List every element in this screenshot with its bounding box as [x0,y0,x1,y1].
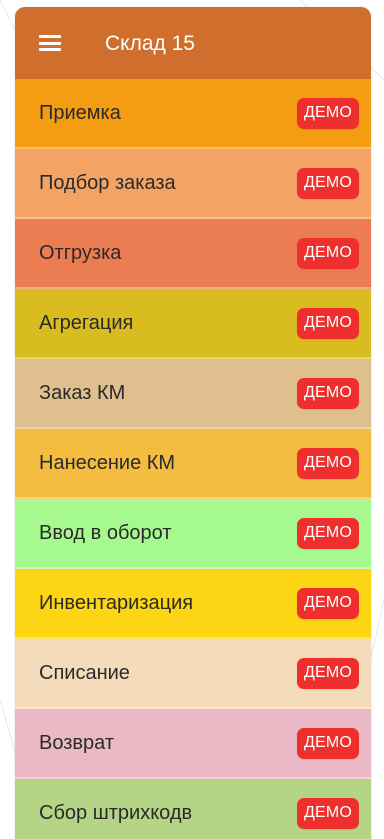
list-item-label: Нанесение КМ [39,451,176,474]
list-item-label: Возврат [39,731,114,754]
list-item[interactable]: Подбор заказа ДЕМО [15,149,371,219]
list-item-label: Заказ КМ [39,381,126,404]
list-item-label: Подбор заказа [39,171,176,194]
list-item[interactable]: Инвентаризация ДЕМО [15,569,371,639]
demo-badge: ДЕМО [297,307,359,339]
list-item-label: Инвентаризация [39,591,194,614]
demo-badge: ДЕМО [297,657,359,689]
demo-badge: ДЕМО [297,517,359,549]
demo-badge: ДЕМО [297,447,359,479]
list-item-label: Агрегация [39,311,134,334]
list-item-label: Списание [39,661,130,684]
demo-badge: ДЕМО [297,727,359,759]
list-item[interactable]: Возврат ДЕМО [15,709,371,779]
demo-badge: ДЕМО [297,97,359,129]
list-item-label: Ввод в оборот [39,521,172,544]
demo-badge: ДЕМО [297,797,359,829]
list-item[interactable]: Агрегация ДЕМО [15,289,371,359]
list-item-label: Отгрузка [39,241,122,264]
demo-badge: ДЕМО [297,587,359,619]
list-item[interactable]: Отгрузка ДЕМО [15,219,371,289]
app-screen: Склад 15 Приемка ДЕМО Подбор заказа ДЕМО Отг… [15,7,371,839]
app-bar: Склад 15 [15,7,371,79]
list-item[interactable]: Списание ДЕМО [15,639,371,709]
list-item[interactable]: Заказ КМ ДЕМО [15,359,371,429]
demo-badge: ДЕМО [297,237,359,269]
demo-badge: ДЕМО [297,167,359,199]
list-item[interactable]: Приемка ДЕМО [15,79,371,149]
operations-list: Приемка ДЕМО Подбор заказа ДЕМО Отгрузка ДЕМО… [15,79,371,839]
list-item-label: Сбор штрихкодв [39,801,193,824]
list-item[interactable]: Сбор штрихкодв ДЕМО [15,779,371,839]
hamburger-menu-icon[interactable] [39,35,61,51]
list-item[interactable]: Ввод в оборот ДЕМО [15,499,371,569]
list-item-label: Приемка [39,101,121,124]
demo-badge: ДЕМО [297,377,359,409]
list-item[interactable]: Нанесение КМ ДЕМО [15,429,371,499]
app-title: Склад 15 [105,32,195,55]
